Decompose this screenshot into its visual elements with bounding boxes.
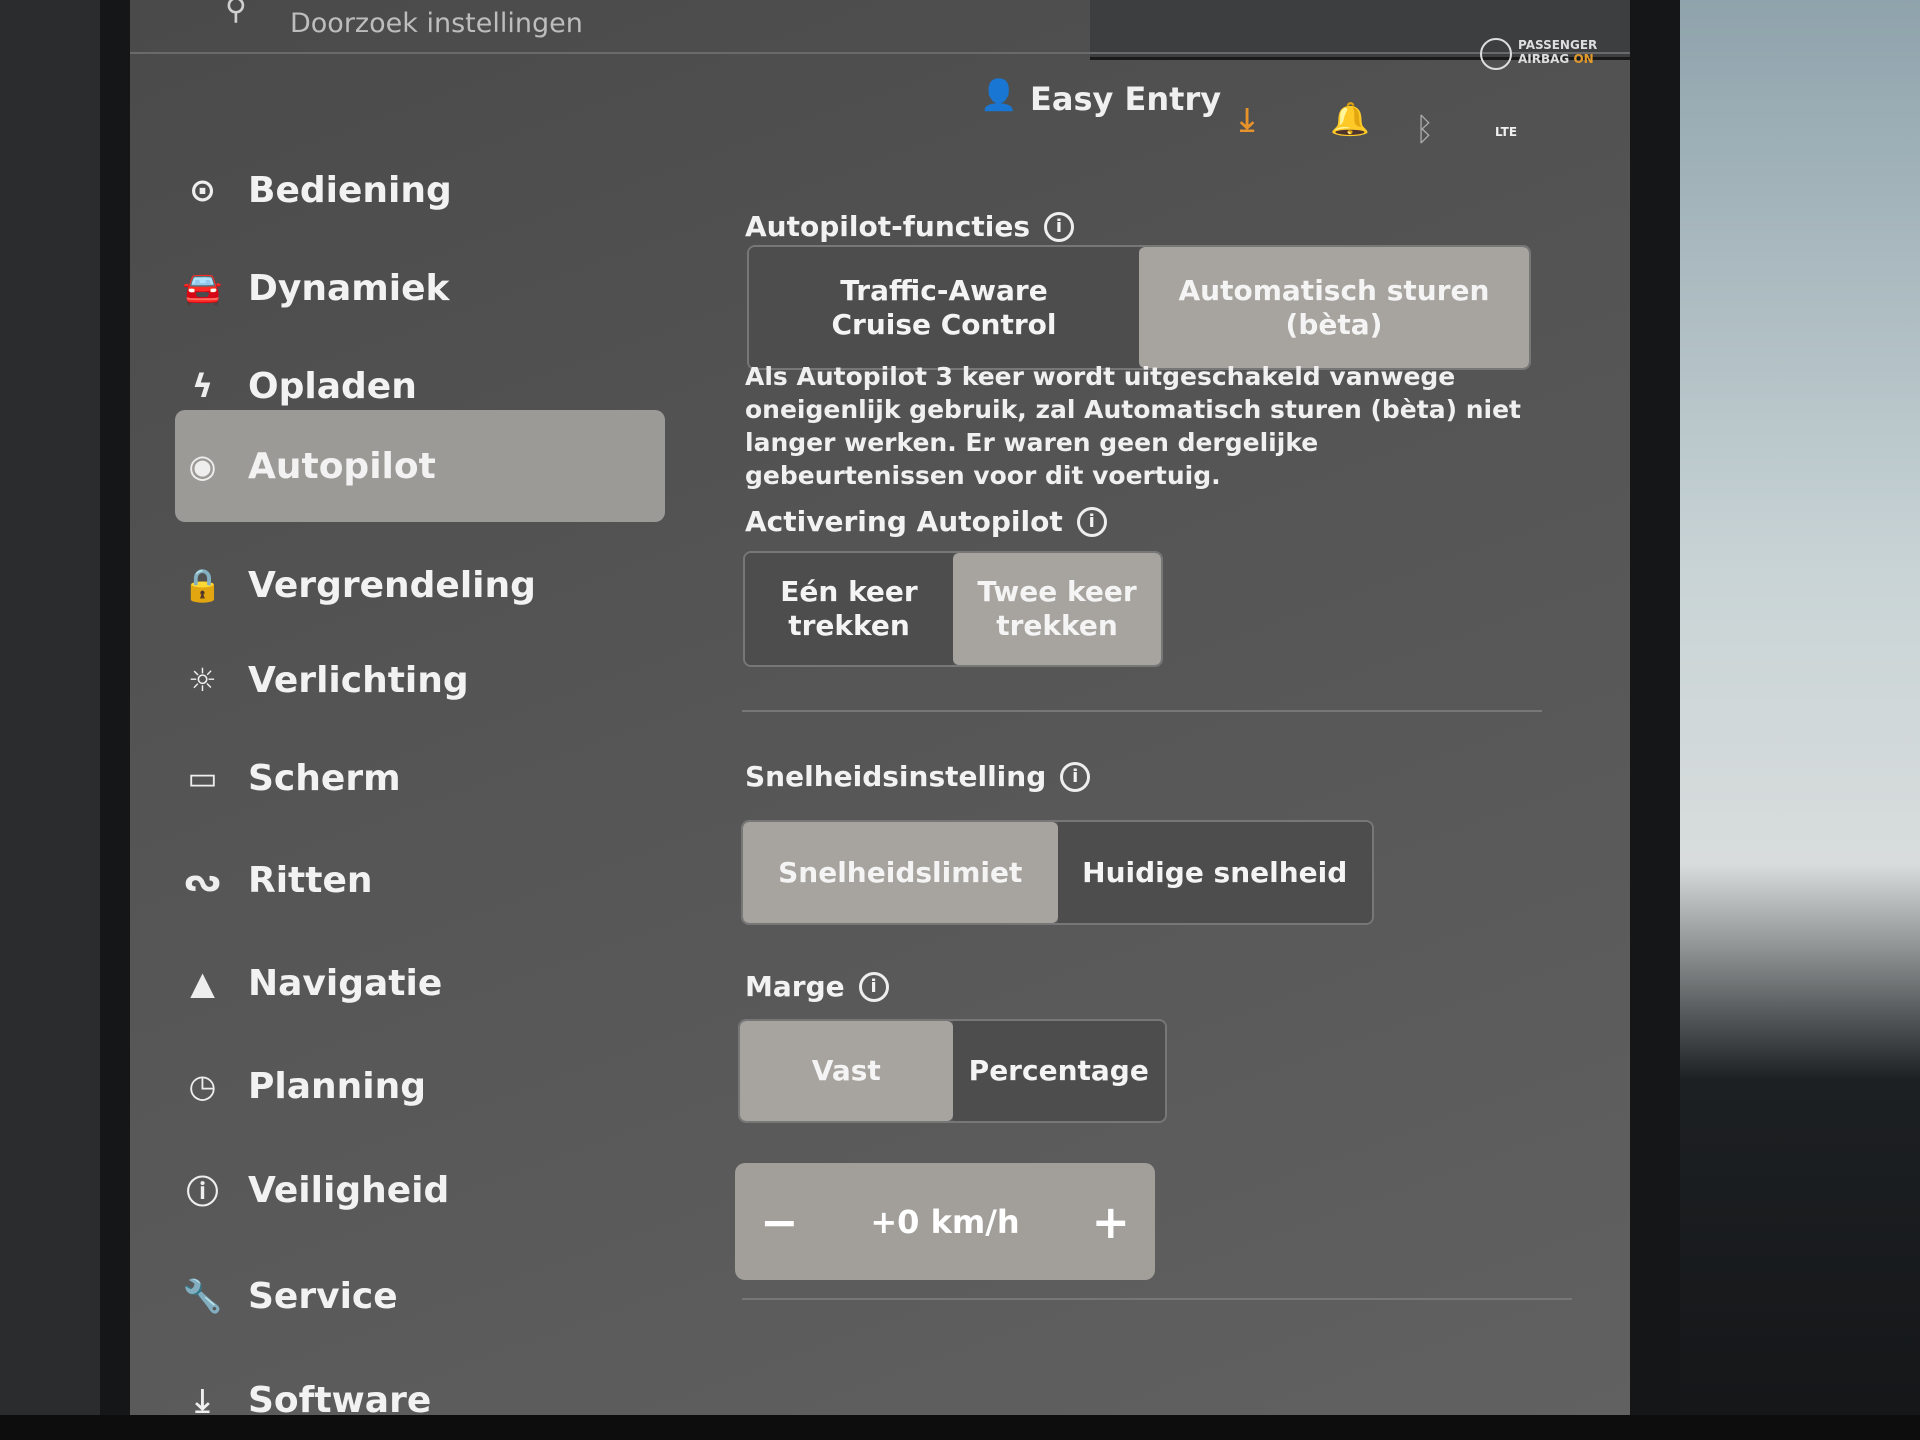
clock-icon: ◷ [188,1067,217,1105]
sidebar-item-autopilot[interactable]: ◉ Autopilot [175,410,665,522]
download-icon: ⤓ [195,1380,210,1416]
sidebar-item-label: Veiligheid [248,1169,450,1211]
sidebar-item-ritten[interactable]: ᔓ Ritten [175,830,665,930]
sidebar-item-planning[interactable]: ◷ Planning [175,1036,665,1136]
sidebar-item-label: Service [248,1275,398,1317]
passenger-airbag-status: PASSENGER AIRBAG ON [1518,38,1598,66]
profile-icon[interactable]: 👤 [980,78,1017,113]
lock-icon: 🔒 [182,566,223,604]
sidebar-item-label: Planning [248,1065,427,1107]
activation-selector: Eén keer trekken Twee keer trekken [743,551,1163,667]
toggle-icon: ⊙ [189,171,216,209]
navigation-icon: ▲ [190,964,215,1002]
info-icon[interactable]: i [1060,761,1091,792]
screen-icon: ▭ [187,759,218,797]
bluetooth-icon[interactable]: ᛒ [1415,110,1434,148]
speed-setting-selector: Snelheidslimiet Huidige snelheid [741,820,1374,925]
sidebar-item-dynamiek[interactable]: 🚘 Dynamiek [175,238,665,338]
margin-stepper: − +0 km/h + [735,1163,1155,1280]
light-icon: ☼ [188,661,217,699]
activation-option[interactable]: Eén keer trekken [745,553,953,665]
background-window [1640,0,1920,1440]
sidebar-item-label: Dynamiek [248,267,450,309]
airbag-icon [1480,38,1512,70]
sidebar-item-label: Verlichting [248,659,469,701]
download-icon[interactable]: ⤓ [1240,100,1254,139]
sidebar-item-label: Opladen [248,365,417,407]
divider [130,52,1630,54]
autopilot-notice: Als Autopilot 3 keer wordt uitgeschakeld… [745,362,1521,490]
info-icon[interactable]: i [1076,506,1107,537]
activation-heading: Activering Autopilot i [745,505,1107,538]
speed-option[interactable]: Huidige snelheid [1057,822,1372,923]
decrease-button[interactable]: − [760,1195,799,1249]
sidebar-item-label: Autopilot [248,445,436,487]
bell-icon[interactable]: 🔔 [1330,100,1370,138]
profile-name[interactable]: Easy Entry [1030,80,1221,118]
sidebar-item-navigatie[interactable]: ▲ Navigatie [175,933,665,1033]
sidebar-item-veiligheid[interactable]: ⓘ Veiligheid [175,1140,665,1240]
speed-setting-heading: Snelheidsinstelling i [745,760,1091,793]
lte-signal-icon: LTE [1495,125,1518,139]
car-icon: 🚘 [182,269,223,307]
search-icon: ⚲ [225,0,247,27]
sidebar-item-verlichting[interactable]: ☼ Verlichting [175,630,665,730]
search-input[interactable]: Doorzoek instellingen [290,8,583,39]
settings-screen: ⚲ Doorzoek instellingen PASSENGER AIRBAG … [130,0,1630,1415]
margin-value: +0 km/h [870,1202,1020,1241]
sidebar-item-label: Scherm [248,757,401,799]
trips-icon: ᔓ [184,861,221,899]
sidebar-item-label: Bediening [248,169,452,211]
margin-selector: Vast Percentage [738,1019,1167,1123]
autopilot-features-selector: Traffic-Aware Cruise Control Automatisch … [747,245,1531,370]
safety-icon: ⓘ [186,1173,219,1211]
wrench-icon: 🔧 [182,1277,223,1315]
taskbar [0,1415,1920,1440]
margin-heading: Marge i [745,970,889,1003]
info-icon[interactable]: i [1044,211,1074,242]
sidebar-item-vergrendeling[interactable]: 🔒 Vergrendeling [175,535,665,635]
info-icon[interactable]: i [858,971,889,1002]
margin-option[interactable]: Vast [740,1021,953,1121]
steering-wheel-icon: ◉ [188,447,217,485]
sidebar-item-service[interactable]: 🔧 Service [175,1246,665,1346]
increase-button[interactable]: + [1091,1195,1130,1249]
autopilot-features-option[interactable]: Automatisch sturen (bèta) [1139,247,1529,368]
autopilot-features-option[interactable]: Traffic-Aware Cruise Control [749,247,1139,368]
sidebar-item-bediening[interactable]: ⊙ Bediening [175,140,665,240]
margin-option[interactable]: Percentage [952,1021,1165,1121]
autopilot-features-heading: Autopilot-functies i [745,210,1074,243]
divider [742,1298,1572,1300]
activation-option[interactable]: Twee keer trekken [953,553,1161,665]
sidebar-item-software[interactable]: ⤓ Software [175,1350,665,1416]
sidebar-item-scherm[interactable]: ▭ Scherm [175,728,665,828]
divider [742,710,1542,712]
lightning-icon: ϟ [191,367,214,405]
sidebar-item-label: Ritten [248,859,373,901]
speed-option[interactable]: Snelheidslimiet [743,822,1058,923]
sidebar-item-label: Vergrendeling [248,564,536,606]
sidebar-item-label: Software [248,1379,432,1416]
sidebar-item-label: Navigatie [248,962,443,1004]
